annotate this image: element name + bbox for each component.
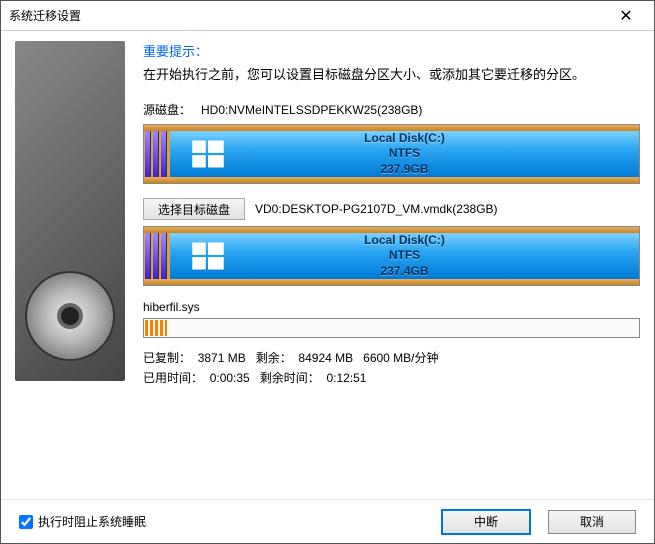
abort-button[interactable]: 中断 (442, 510, 530, 534)
migration-dialog: 系统迁移设置 ✕ DISKGENIUS 重要提示： 在开始执行之前，您可以设置目… (0, 0, 655, 544)
disk-graphic (25, 271, 115, 361)
close-icon[interactable]: ✕ (606, 6, 646, 26)
source-disk-row: 源磁盘： HD0:NVMeINTELSSDPEKKW25(238GB) (143, 101, 640, 118)
source-name: HD0:NVMeINTELSSDPEKKW25(238GB) (201, 103, 422, 117)
source-partition-bar[interactable]: Local Disk(C:) NTFS 237.9GB (143, 124, 640, 184)
source-main-partition[interactable]: Local Disk(C:) NTFS 237.9GB (170, 131, 639, 177)
select-target-button[interactable]: 选择目标磁盘 (143, 198, 245, 220)
progress-bar (143, 318, 640, 338)
stats: 已复制： 3871 MB 剩余： 84924 MB 6600 MB/分钟 已用时… (143, 348, 640, 389)
prevent-sleep-checkbox[interactable]: 执行时阻止系统睡眠 (19, 513, 146, 530)
cancel-button[interactable]: 取消 (548, 510, 636, 534)
reserved-seg (161, 233, 167, 279)
dialog-body: DISKGENIUS 重要提示： 在开始执行之前，您可以设置目标磁盘分区大小、或… (1, 31, 654, 499)
window-title: 系统迁移设置 (9, 7, 606, 24)
progress-fill (145, 320, 167, 336)
reserved-seg (161, 131, 167, 177)
source-partition-text: Local Disk(C:) NTFS 237.9GB (364, 131, 445, 178)
current-file: hiberfil.sys (143, 300, 640, 314)
prevent-sleep-input[interactable] (19, 515, 33, 529)
main-panel: 重要提示： 在开始执行之前，您可以设置目标磁盘分区大小、或添加其它要迁移的分区。… (143, 41, 640, 499)
target-partition-bar[interactable]: Local Disk(C:) NTFS 237.4GB (143, 226, 640, 286)
target-main-partition[interactable]: Local Disk(C:) NTFS 237.4GB (170, 233, 639, 279)
footer: 执行时阻止系统睡眠 中断 取消 (1, 499, 654, 543)
windows-icon (190, 136, 226, 172)
target-disk-row: 选择目标磁盘 VD0:DESKTOP-PG2107D_VM.vmdk(238GB… (143, 198, 640, 220)
reserved-seg (153, 233, 159, 279)
hint-title: 重要提示： (143, 41, 640, 60)
windows-icon (190, 238, 226, 274)
hint-text: 在开始执行之前，您可以设置目标磁盘分区大小、或添加其它要迁移的分区。 (143, 64, 640, 83)
titlebar: 系统迁移设置 ✕ (1, 1, 654, 31)
reserved-seg (145, 233, 151, 279)
side-image: DISKGENIUS (15, 41, 125, 381)
source-label: 源磁盘： (143, 101, 191, 118)
reserved-seg (153, 131, 159, 177)
target-name: VD0:DESKTOP-PG2107D_VM.vmdk(238GB) (255, 202, 498, 216)
target-partition-text: Local Disk(C:) NTFS 237.4GB (364, 233, 445, 280)
reserved-seg (145, 131, 151, 177)
